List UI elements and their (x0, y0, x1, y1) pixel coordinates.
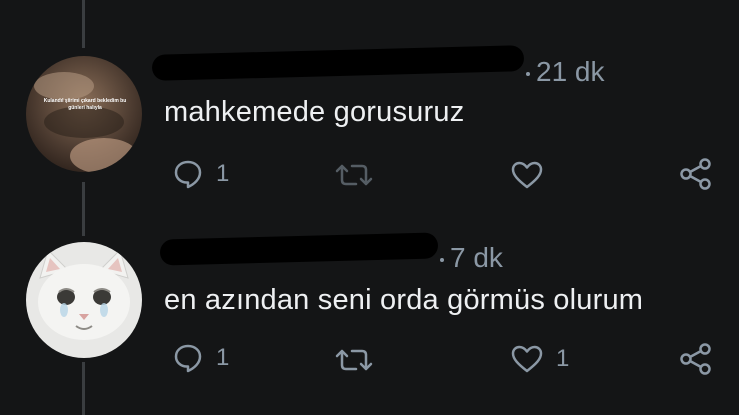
crying-cat-avatar-image (26, 242, 142, 358)
reply-count: 1 (216, 160, 230, 187)
reply-button[interactable]: 1 (172, 158, 229, 190)
separator-dot (440, 257, 444, 262)
retweet-icon (335, 349, 373, 371)
time-label: 21 dk (536, 56, 605, 87)
tweet-time: 7 dk (440, 242, 503, 274)
redacted-username (159, 232, 439, 266)
avatar-caption: Kulandıl şiirimi çıkard bekledim bu günl… (43, 98, 127, 111)
reply-count: 1 (216, 344, 230, 371)
reply-bubble-icon (174, 344, 202, 373)
like-count: 1 (556, 345, 570, 372)
like-button[interactable]: 1 (510, 344, 569, 374)
heart-icon (511, 345, 543, 373)
share-icon (680, 158, 711, 190)
avatar[interactable]: Kulandıl şiirimi çıkard bekledim bu günl… (26, 56, 142, 172)
avatar[interactable] (26, 242, 142, 358)
share-button[interactable] (678, 342, 714, 376)
share-icon (680, 343, 711, 375)
reply-button[interactable]: 1 (172, 342, 229, 374)
reply-tweet-1[interactable]: Kulandıl şiirimi çıkard bekledim bu günl… (0, 0, 739, 200)
time-label: 7 dk (450, 242, 503, 273)
reply-tweet-2[interactable]: 7 dk en azından seni orda görmüs olurum … (0, 200, 739, 415)
redacted-username (151, 45, 525, 81)
tweet-text: en azından seni orda görmüs olurum (164, 284, 644, 316)
separator-dot (526, 71, 530, 76)
tweet-time: 21 dk (526, 56, 605, 88)
retweet-button[interactable] (334, 160, 374, 190)
avatar-image (26, 56, 142, 172)
heart-icon (511, 161, 543, 189)
retweet-icon (335, 164, 373, 186)
like-button[interactable] (510, 160, 544, 190)
share-button[interactable] (678, 157, 714, 191)
reply-bubble-icon (174, 160, 202, 189)
tweet-text: mahkemede gorusuruz (164, 96, 465, 128)
retweet-button[interactable] (334, 345, 374, 375)
